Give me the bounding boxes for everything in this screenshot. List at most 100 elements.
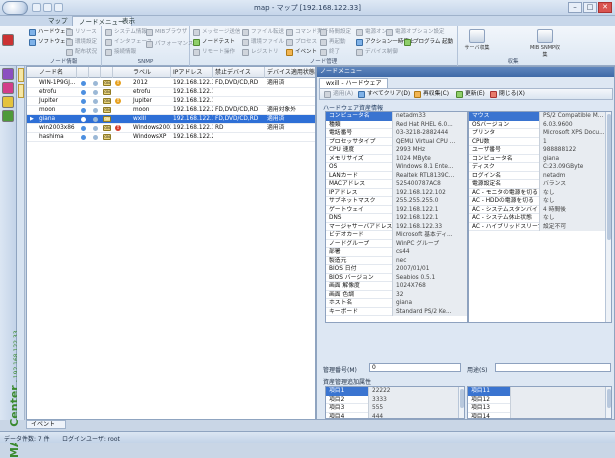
env-file-button[interactable]: 環境ファイル (242, 38, 284, 47)
grid-row[interactable]: サブネットマスク 255.255.255.0 (326, 197, 467, 206)
software-button[interactable]: ソフトウェア (29, 38, 71, 47)
restart-button[interactable]: 再起動 (320, 38, 346, 47)
grid-row[interactable]: ビデオカード Microsoft 基本ディ... (326, 231, 467, 240)
grid-row[interactable]: DNS 192.168.122.1 (326, 214, 467, 223)
grid-row[interactable]: メモリサイズ 1024 MByte (326, 154, 467, 163)
grid-row[interactable]: 種類 Red Hat RHEL 6.0... (326, 120, 467, 129)
tab-hardware[interactable]: wxill - ハードウェア (319, 78, 389, 88)
col-prohibited-device[interactable]: 禁止デバイス (213, 67, 265, 78)
grid-row[interactable]: マージャサーバアドレス 192.168.122.33 (326, 222, 467, 231)
grid-row[interactable]: ログイン名 netadm (469, 171, 611, 180)
power-on-button[interactable]: 電源オン (356, 28, 387, 37)
grid-row[interactable]: キーボード Standard PS/2 Ke... (326, 307, 467, 316)
grid-row[interactable]: コンピュータ名 giana (469, 154, 611, 163)
vertical-scrollbar[interactable] (605, 112, 611, 322)
grid-row[interactable]: マウス PS/2 Compatible M... (469, 112, 611, 121)
grid-row[interactable]: CPU数 1 (469, 137, 611, 146)
grid-row[interactable]: 電話番号 03-3218-2882444 (326, 129, 467, 138)
system-info-button[interactable]: システム情報 (105, 28, 147, 37)
grid-row[interactable]: OSバージョン 6.03.9600 (469, 120, 611, 129)
group-icon[interactable] (2, 82, 14, 94)
grid-row[interactable]: CPU 速度 2993 MHz (326, 146, 467, 155)
col-label[interactable]: ラベル (131, 67, 171, 78)
vtab-list[interactable] (18, 84, 24, 98)
folder-icon[interactable] (2, 96, 14, 108)
col-status3[interactable] (101, 67, 113, 78)
grid-row[interactable]: AC - システム休止状態 なし (469, 214, 611, 223)
tab-map[interactable]: マップ (42, 16, 74, 26)
table-row[interactable]: win2003x86 ON! Windows2003192.168.122.163R… (27, 124, 315, 133)
grid-row[interactable]: ゲートウェイ 192.168.122.1 (326, 205, 467, 214)
table-row[interactable]: etrofu ON etrofu 192.168.122.160 (27, 88, 315, 97)
distribution-status-button[interactable]: 配布状況 (66, 48, 97, 57)
col-ip[interactable]: IPアドレス (171, 67, 213, 78)
device-control-button[interactable]: デバイス制御 (356, 48, 398, 57)
grid-row[interactable]: AC - モニタの電源を切る なし (469, 188, 611, 197)
software-icon[interactable] (2, 110, 14, 122)
env-settings-button[interactable]: 環境設定 (66, 38, 97, 47)
grid-row[interactable]: BIOS バージョン Seabios 0.5.1 (326, 273, 467, 282)
apply-button[interactable]: 適用(A) (324, 90, 353, 99)
table-row[interactable]: WIN-1P9GJ... ON! 2012 192.168.122.33FD,DVD/… (27, 79, 315, 88)
process-button[interactable]: プロセス (286, 38, 317, 47)
grid-row[interactable]: 項目13 (468, 404, 611, 413)
map-icon[interactable] (2, 34, 14, 46)
grid-row[interactable]: BIOS 日付 2007/01/01 (326, 265, 467, 274)
send-message-button[interactable]: メッセージ送信 (193, 28, 240, 37)
table-row[interactable]: moon ON moon 192.168.122.244FD,DVD/CD,RD 適用対… (27, 106, 315, 115)
grid-row[interactable]: AC - システムスタンバイ 4 時間後 (469, 205, 611, 214)
grid-row[interactable]: ノードグループ WinPC グループ (326, 239, 467, 248)
recollect-button[interactable]: 再収集(C) (414, 90, 449, 99)
hardware-button[interactable]: ハードウェア (29, 28, 71, 37)
mgmt-no-input[interactable]: 0 (369, 363, 461, 372)
col-status1[interactable] (77, 67, 89, 78)
grid-row[interactable]: 部署 cs44 (326, 248, 467, 257)
maximize-button[interactable]: □ (583, 2, 597, 13)
grid-row[interactable]: OS Windows 8.1 Ente... (326, 163, 467, 172)
power-options-button[interactable]: 電源オプション設定 (386, 28, 445, 37)
registry-button[interactable]: レジストリ (242, 48, 279, 57)
grid-row[interactable]: 項目2 3333 (326, 395, 464, 404)
minimize-button[interactable]: – (568, 2, 582, 13)
grid-row[interactable]: 項目4 444 (326, 412, 464, 418)
grid-row[interactable]: ユーザ番号 988888122 (469, 146, 611, 155)
close-panel-button[interactable]: 閉じる(X) (490, 90, 525, 99)
vertical-scrollbar[interactable] (605, 387, 611, 418)
vtab-map[interactable] (18, 68, 24, 82)
grid-row[interactable]: ホスト名 giana (326, 299, 467, 308)
grid-row[interactable]: 製造元 nec (326, 256, 467, 265)
scrollbar-thumb[interactable] (607, 389, 611, 408)
mib-browser-button[interactable]: MIBブラウザ (146, 28, 187, 37)
grid-row[interactable]: プリンタ Microsoft XPS Docu... (469, 129, 611, 138)
grid-row[interactable]: ディスク C:23.09GByte (469, 163, 611, 172)
event-tab[interactable]: イベント (26, 420, 66, 429)
resource-button[interactable]: リソース (66, 28, 97, 37)
grid-row[interactable]: 画面 解像度 1024X768 (326, 282, 467, 291)
node-icon[interactable] (2, 68, 14, 80)
grid-row[interactable]: AC - HDDの電源を切る なし (469, 197, 611, 206)
col-node-name[interactable]: ノード名 (37, 67, 77, 78)
grid-row[interactable]: プロセッサタイプ QEMU Virtual CPU ... (326, 137, 467, 146)
performance-button[interactable]: パフォーマンス (146, 40, 193, 49)
refresh-button[interactable]: 更新(E) (456, 90, 485, 99)
grid-row[interactable]: 項目1 22222 (326, 387, 464, 396)
close-button[interactable]: ✕ (598, 2, 612, 13)
program-launch-button[interactable]: プログラム 起動 (404, 38, 453, 47)
grid-row[interactable]: 電源設定名 バランス (469, 180, 611, 189)
vertical-scrollbar[interactable] (458, 387, 464, 418)
grid-row[interactable]: IPアドレス 192.168.122.102 (326, 188, 467, 197)
table-row[interactable]: ▶ giana ON wxill 192.168.122.102FD,DVD/CD,RD… (27, 115, 315, 124)
server-collect-button[interactable]: サーバ収集 (464, 29, 490, 55)
table-row[interactable]: hashima ON WindowsXP 192.168.122.233 (27, 133, 315, 142)
usage-input[interactable] (495, 363, 611, 372)
col-status2[interactable] (89, 67, 101, 78)
scrollbar-thumb[interactable] (607, 114, 611, 240)
connection-info-button[interactable]: 接続情報 (105, 48, 136, 57)
file-transfer-button[interactable]: ファイル転送 (242, 28, 284, 37)
grid-row[interactable]: 項目14 (468, 412, 611, 418)
grid-row[interactable]: 画面 色調 32 (326, 290, 467, 299)
time-settings-button[interactable]: 時間設定 (320, 28, 351, 37)
event-button[interactable]: イベント (286, 48, 317, 57)
node-test-button[interactable]: ノードテスト (193, 38, 235, 47)
grid-row[interactable]: MACアドレス 525400787AC8 (326, 180, 467, 189)
